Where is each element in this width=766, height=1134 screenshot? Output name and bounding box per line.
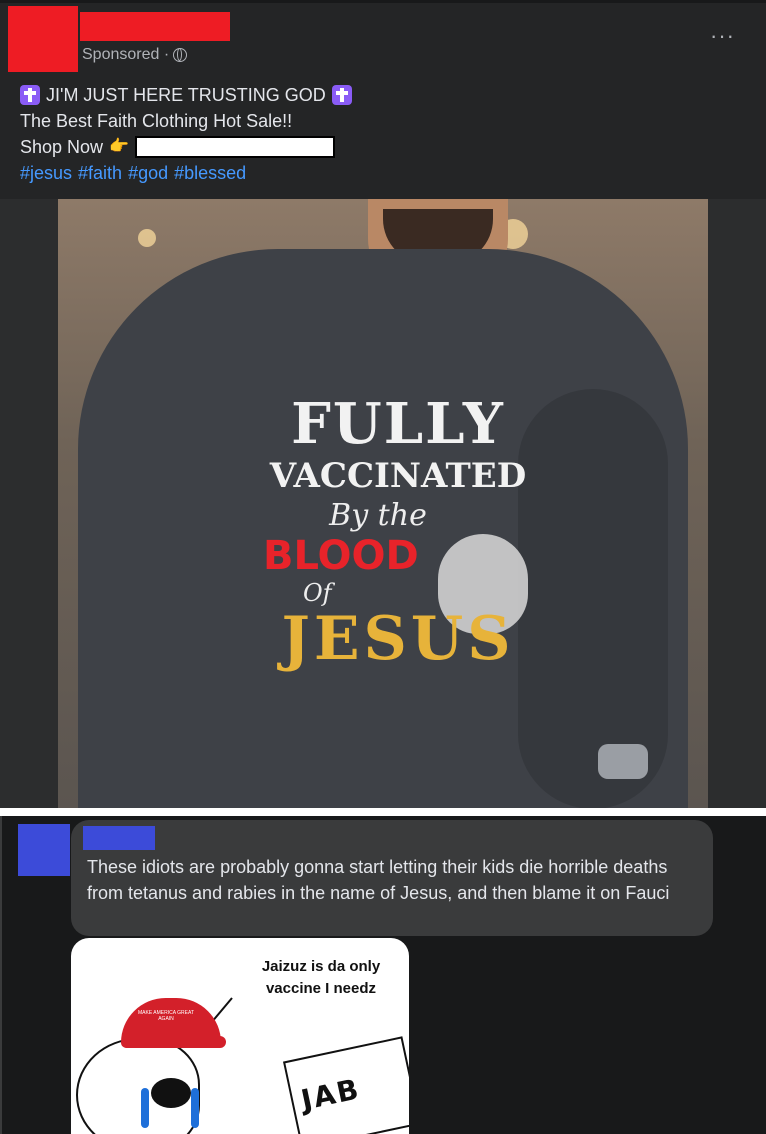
cap-brim: [181, 1036, 226, 1048]
hashtag-link[interactable]: #jesus: [20, 160, 72, 186]
sponsored-label[interactable]: Sponsored ·: [82, 46, 188, 64]
caption-trusting-god: JI'M JUST HERE TRUSTING GOD: [46, 85, 326, 105]
more-options-icon[interactable]: ···: [710, 25, 735, 47]
cap-text: MAKE AMERICA GREAT AGAIN: [137, 1010, 195, 1022]
shirt-line-vaccinated: VACCINATED: [269, 456, 527, 496]
shirt-line-by-the: By the: [329, 498, 427, 533]
shop-link-redacted[interactable]: [134, 136, 335, 158]
sponsored-post: Sponsored · ··· JI'M JUST HERE TRUSTING …: [0, 0, 766, 808]
thread-line: [0, 816, 2, 1134]
meme-speech-text: Jaizuz is da only vaccine I needz: [261, 958, 381, 997]
advertiser-name-redacted[interactable]: [80, 12, 230, 41]
globe-icon: [173, 48, 188, 62]
tear-stream: [191, 1088, 199, 1128]
background-light: [138, 229, 156, 247]
wristwatch: [598, 744, 648, 779]
caption-line-1: JI'M JUST HERE TRUSTING GOD: [20, 82, 352, 108]
hashtag-list: #jesus #faith #god #blessed: [20, 160, 352, 186]
screenshot-divider: [0, 808, 766, 816]
commenter-name-redacted[interactable]: [83, 826, 155, 850]
shirt-line-jesus: JESUS: [281, 604, 515, 674]
caption-line-3: Shop Now 👉: [20, 134, 352, 160]
cross-icon: [331, 85, 352, 105]
comment-section: These idiots are probably gonna start le…: [0, 816, 766, 1134]
comment-text: These idiots are probably gonna start le…: [87, 857, 670, 903]
shirt-line-blood: BLOOD: [263, 533, 419, 579]
pointing-hand-icon: 👉: [109, 138, 129, 155]
ad-image[interactable]: FULLY VACCINATED By the BLOOD Of JESUS: [0, 199, 766, 808]
advertiser-avatar-redacted[interactable]: [8, 6, 78, 72]
caption-sale: The Best Faith Clothing Hot Sale!!: [20, 111, 293, 131]
hashtag-link[interactable]: #blessed: [174, 160, 246, 186]
commenter-avatar-redacted[interactable]: [18, 824, 70, 876]
ad-photo-scene: FULLY VACCINATED By the BLOOD Of JESUS: [58, 199, 708, 808]
comment-bubble: These idiots are probably gonna start le…: [71, 820, 713, 936]
comment-meme-image[interactable]: Jaizuz is da only vaccine I needz MAKE A…: [71, 938, 409, 1134]
tear-stream: [141, 1088, 149, 1128]
wojak-mouth: [151, 1078, 191, 1108]
shirt-print-text: FULLY VACCINATED By the BLOOD Of JESUS: [253, 394, 543, 670]
hashtag-link[interactable]: #faith: [78, 160, 122, 186]
caption-shop-now: Shop Now: [20, 137, 104, 157]
cross-icon: [20, 85, 40, 105]
post-top-border: [0, 0, 766, 3]
caption-line-2: The Best Faith Clothing Hot Sale!!: [20, 108, 352, 134]
shirt-line-fully: FULLY: [291, 391, 505, 457]
post-caption: JI'M JUST HERE TRUSTING GOD The Best Fai…: [20, 82, 352, 186]
sponsored-text: Sponsored ·: [82, 46, 170, 63]
hashtag-link[interactable]: #god: [128, 160, 168, 186]
